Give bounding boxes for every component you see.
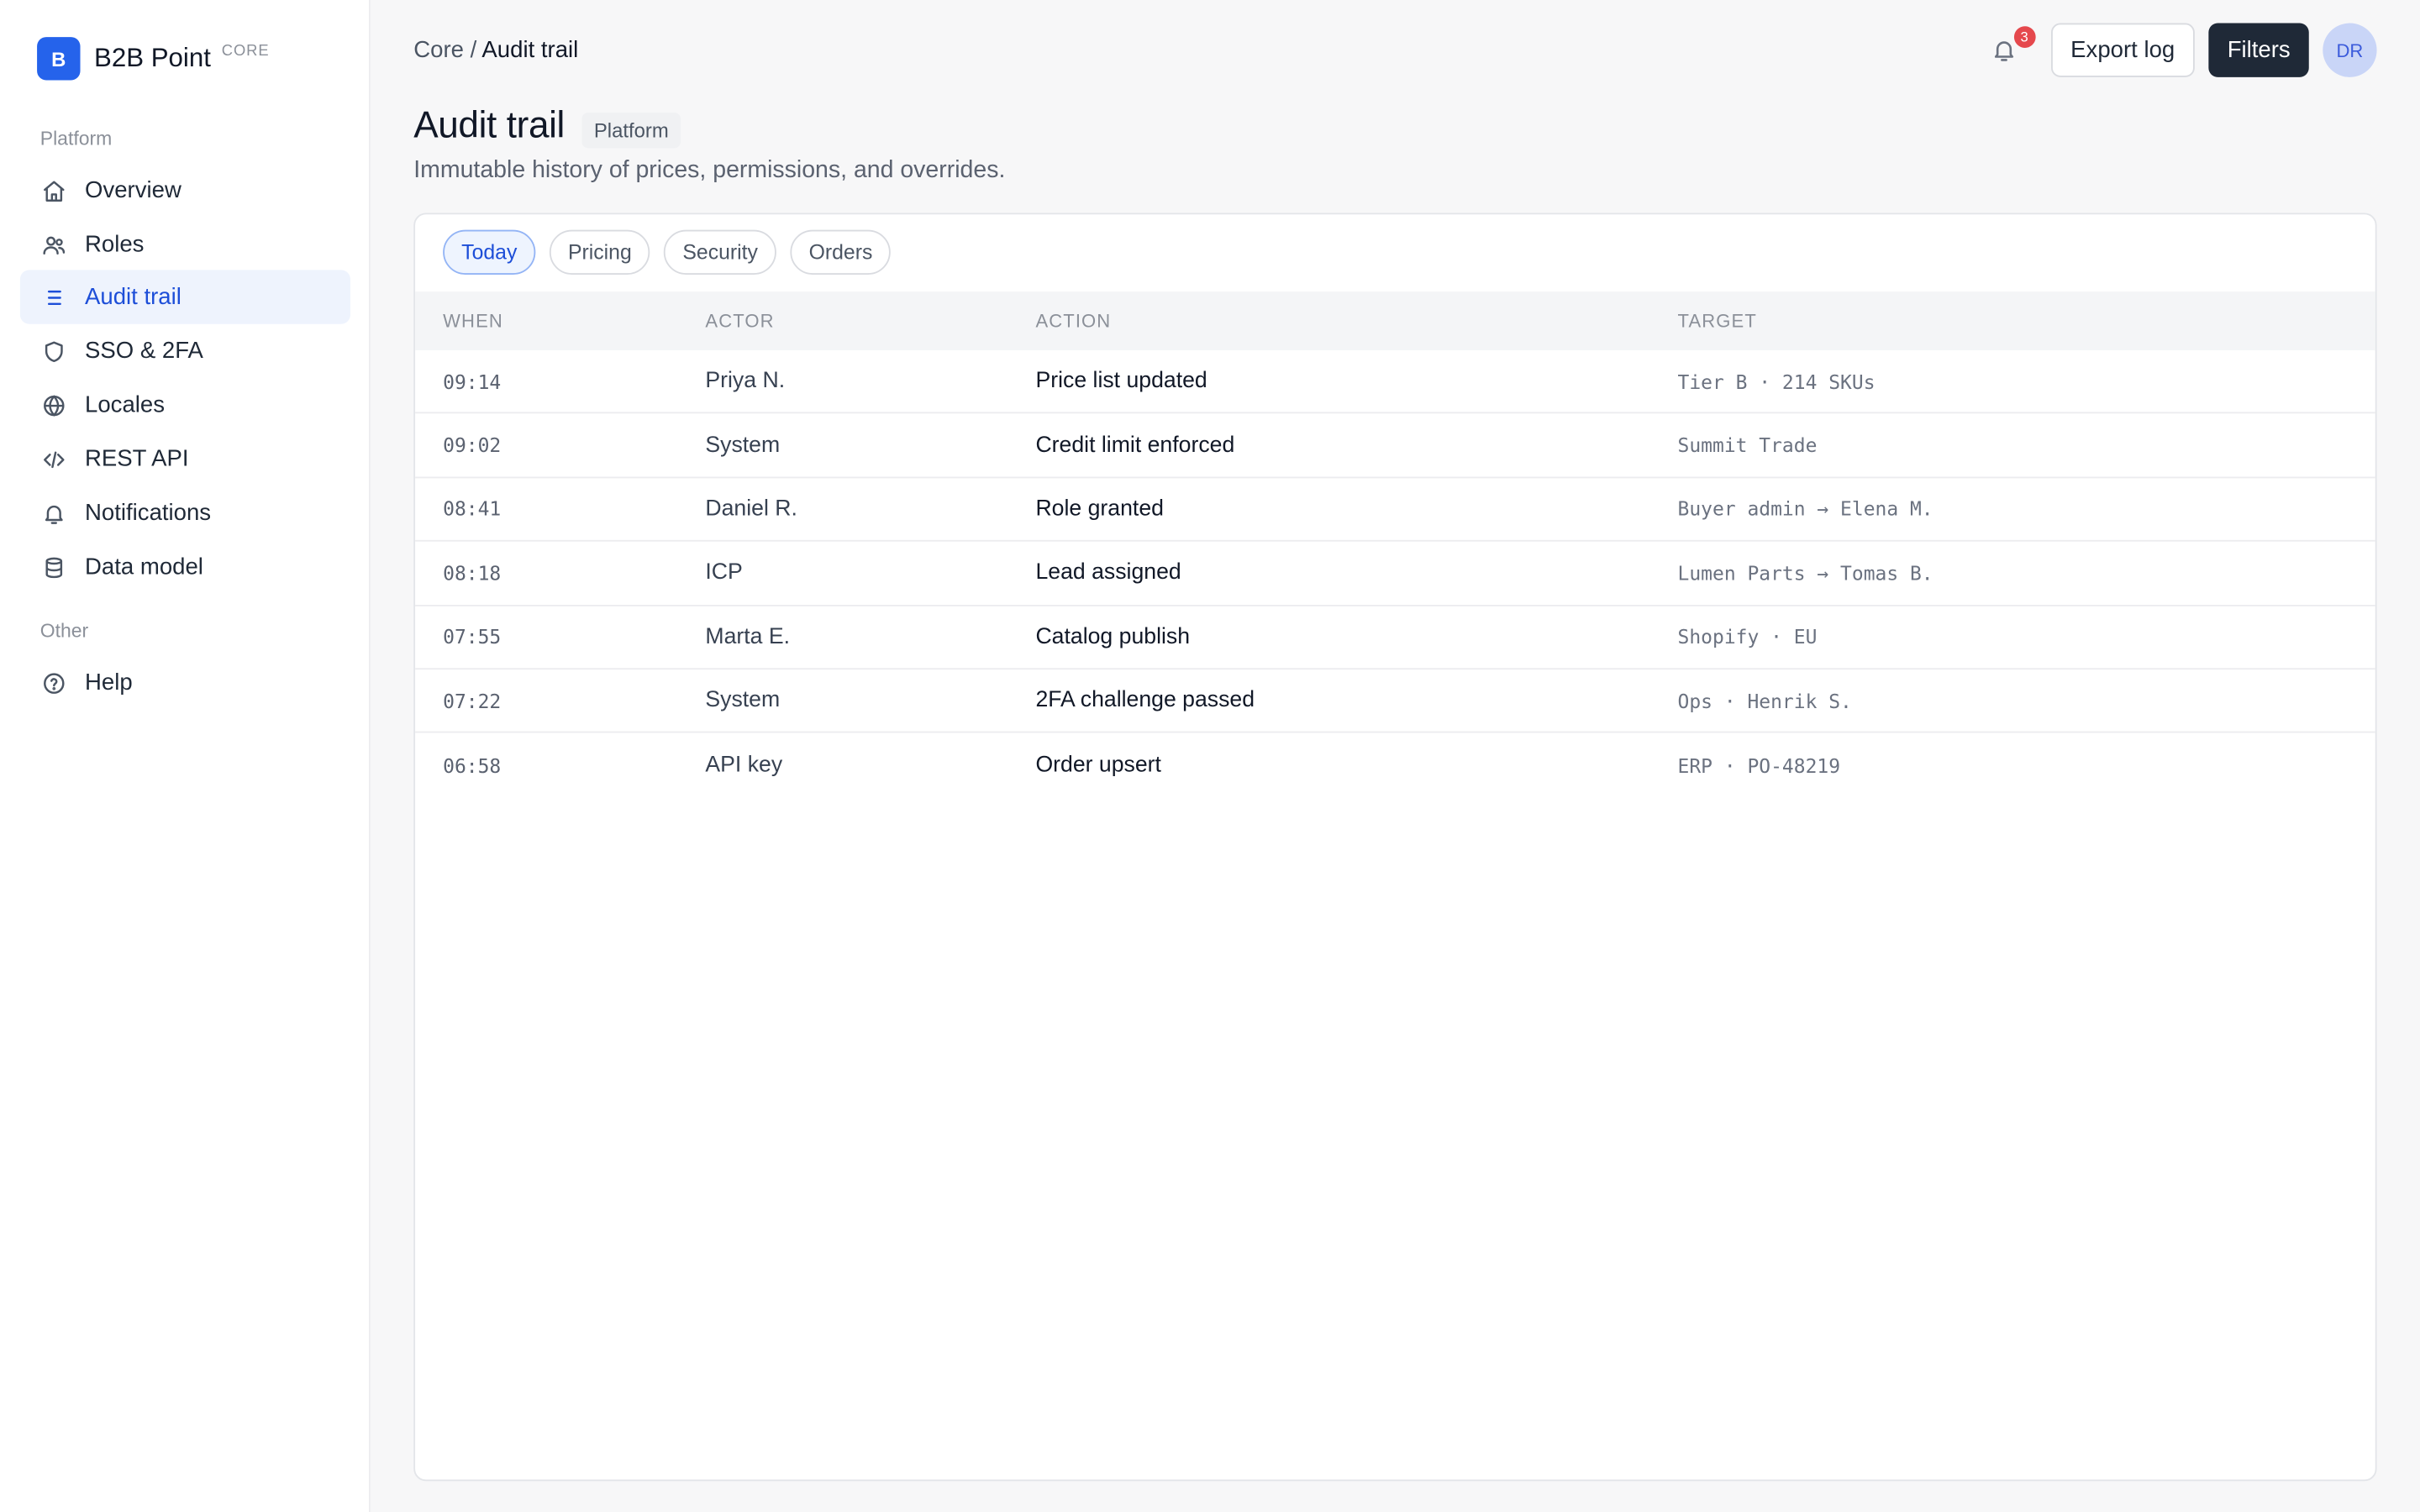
- sidebar-item-label: Locales: [85, 391, 165, 418]
- code-icon: [42, 447, 66, 471]
- table-row[interactable]: 08:18 ICP Lead assigned Lumen Parts → To…: [415, 542, 2375, 606]
- brand-name: B2B Point: [94, 43, 211, 73]
- cell-when: 08:18: [443, 561, 502, 585]
- cell-actor: System: [705, 433, 781, 458]
- breadcrumb-current: Audit trail: [481, 37, 579, 64]
- sidebar-item-rest-api[interactable]: REST API: [20, 432, 350, 486]
- chip-orders[interactable]: Orders: [790, 229, 892, 275]
- sidebar-item-label: Help: [85, 669, 133, 696]
- cell-when: 09:14: [443, 370, 502, 393]
- chip-security[interactable]: Security: [664, 229, 777, 275]
- cell-target: Summit Trade: [1677, 433, 1818, 457]
- cell-when: 07:55: [443, 625, 502, 648]
- cell-actor: Priya N.: [705, 369, 786, 394]
- cell-when: 08:41: [443, 497, 502, 521]
- brand-logo: B: [37, 37, 81, 81]
- sidebar: B B2B Point CORE Platform Overview Roles…: [0, 0, 371, 1512]
- help-circle-icon: [42, 670, 66, 695]
- cell-target: Tier B · 214 SKUs: [1677, 370, 1876, 393]
- cell-when: 06:58: [443, 753, 502, 777]
- cell-target: Ops · Henrik S.: [1677, 689, 1852, 712]
- sidebar-item-overview[interactable]: Overview: [20, 164, 350, 218]
- home-icon: [42, 178, 66, 202]
- sidebar-item-sso-2fa[interactable]: SSO & 2FA: [20, 324, 350, 378]
- page-subtitle: Immutable history of prices, permissions…: [413, 157, 1006, 184]
- sidebar-item-roles[interactable]: Roles: [20, 218, 350, 271]
- breadcrumb-root[interactable]: Core: [413, 37, 464, 63]
- export-log-button[interactable]: Export log: [2050, 23, 2196, 77]
- sidebar-item-label: Audit trail: [85, 283, 182, 311]
- table-header: WHEN ACTOR ACTION TARGET: [415, 291, 2375, 350]
- cell-actor: System: [705, 688, 781, 713]
- sidebar-item-label: Notifications: [85, 500, 212, 527]
- cell-action: Catalog publish: [1035, 624, 1191, 649]
- cell-action: 2FA challenge passed: [1035, 688, 1255, 713]
- page-title: Audit trail: [413, 104, 565, 147]
- filter-chips: Today Pricing Security Orders: [443, 229, 905, 275]
- cell-when: 09:02: [443, 433, 502, 457]
- cell-target: Shopify · EU: [1677, 625, 1818, 648]
- cell-action: Lead assigned: [1035, 560, 1181, 585]
- sidebar-item-label: Overview: [85, 177, 182, 204]
- title-row: Audit trail Platform: [413, 105, 681, 148]
- sidebar-item-audit-trail[interactable]: Audit trail: [19, 270, 350, 324]
- nav-section-platform: Platform: [39, 128, 113, 150]
- scope-badge: Platform: [581, 112, 681, 148]
- database-icon: [42, 554, 66, 579]
- filters-button[interactable]: Filters: [2208, 23, 2309, 77]
- audit-table-card: Today Pricing Security Orders WHEN ACTOR…: [413, 213, 2377, 1482]
- header-actions: 3 Export log Filters DR: [1986, 23, 2377, 77]
- avatar[interactable]: DR: [2323, 23, 2377, 77]
- cell-actor: ICP: [705, 560, 743, 585]
- cell-target: Lumen Parts → Tomas B.: [1677, 561, 1933, 585]
- cell-action: Credit limit enforced: [1035, 433, 1235, 458]
- chip-pricing[interactable]: Pricing: [549, 229, 650, 275]
- table-row[interactable]: 08:41 Daniel R. Role granted Buyer admin…: [415, 478, 2375, 543]
- sidebar-item-help[interactable]: Help: [20, 656, 350, 710]
- cell-actor: API key: [705, 753, 783, 778]
- nav-section-other: Other: [39, 620, 89, 643]
- cell-when: 07:22: [443, 689, 502, 712]
- sidebar-item-label: Data model: [85, 554, 203, 580]
- cell-action: Role granted: [1035, 496, 1164, 522]
- breadcrumb-separator: /: [470, 37, 477, 64]
- globe-icon: [42, 392, 66, 417]
- sidebar-item-label: Roles: [85, 231, 145, 258]
- breadcrumb: Core / Audit trail: [413, 37, 578, 63]
- column-header-target: TARGET: [1677, 310, 1757, 332]
- list-icon: [42, 285, 66, 309]
- sidebar-item-locales[interactable]: Locales: [20, 378, 350, 432]
- cell-action: Price list updated: [1035, 369, 1207, 394]
- table-row[interactable]: 09:02 System Credit limit enforced Summi…: [415, 414, 2375, 478]
- shield-icon: [42, 339, 66, 363]
- sidebar-item-data-model[interactable]: Data model: [20, 540, 350, 594]
- sidebar-item-label: SSO & 2FA: [85, 338, 203, 365]
- bell-icon: [1991, 37, 2018, 63]
- main-content: Core / Audit trail 3 Export log Filters …: [371, 0, 2420, 1512]
- cell-actor: Daniel R.: [705, 496, 797, 522]
- notifications-button[interactable]: 3: [1986, 25, 2035, 69]
- chip-today[interactable]: Today: [443, 229, 536, 275]
- users-icon: [42, 232, 66, 256]
- sidebar-item-notifications[interactable]: Notifications: [20, 486, 350, 540]
- table-row[interactable]: 07:55 Marta E. Catalog publish Shopify ·…: [415, 606, 2375, 670]
- sidebar-item-label: REST API: [85, 445, 189, 473]
- table-row[interactable]: 09:14 Priya N. Price list updated Tier B…: [415, 350, 2375, 414]
- cell-target: Buyer admin → Elena M.: [1677, 497, 1933, 521]
- bell-icon: [42, 501, 66, 525]
- cell-target: ERP · PO-48219: [1677, 753, 1841, 777]
- column-header-actor: ACTOR: [705, 310, 775, 332]
- brand-tag: CORE: [221, 42, 270, 60]
- cell-actor: Marta E.: [705, 624, 791, 649]
- notification-count-badge: 3: [2013, 25, 2035, 48]
- column-header-action: ACTION: [1035, 310, 1112, 332]
- brand[interactable]: B B2B Point CORE: [37, 37, 270, 81]
- table-row[interactable]: 07:22 System 2FA challenge passed Ops · …: [415, 669, 2375, 734]
- column-header-when: WHEN: [443, 310, 503, 332]
- cell-action: Order upsert: [1035, 753, 1161, 778]
- table-row[interactable]: 06:58 API key Order upsert ERP · PO-4821…: [415, 733, 2375, 797]
